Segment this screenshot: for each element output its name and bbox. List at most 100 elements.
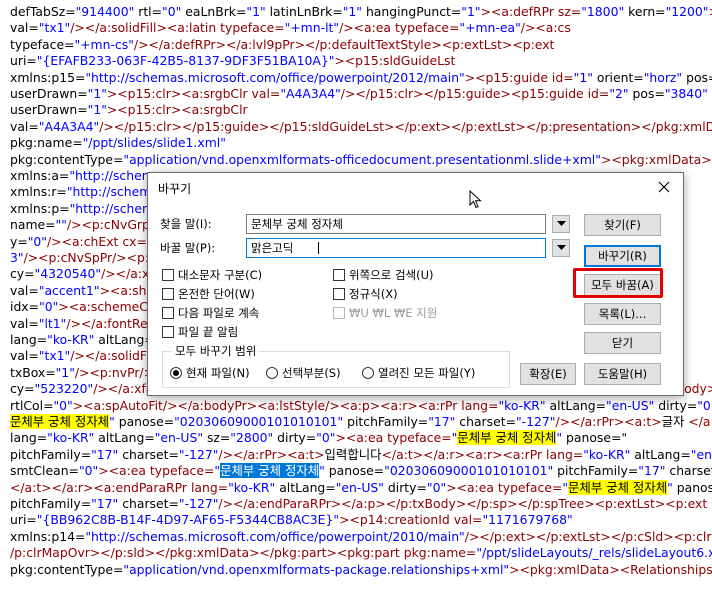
help-button[interactable]: 도움말(H): [584, 363, 661, 385]
code-token: /></p15:clr></p15:guide></p15:sldGuideLs…: [99, 118, 712, 134]
code-token: "17": [91, 496, 119, 511]
code-token: 문체부 궁체 정자체: [220, 463, 320, 479]
code-token: ><a:ea typeface=: [335, 430, 452, 446]
code-token: charset=: [455, 414, 516, 429]
code-token: "1200": [665, 4, 709, 19]
checkbox-box: [162, 326, 174, 338]
code-token: /></a:endParaRPr></a:p></p:txBody></p:sp…: [218, 496, 708, 511]
code-line: userDrawn="1"><p15:clr><a:srgbClr val="A…: [10, 85, 708, 102]
code-token: 글자: [661, 414, 689, 429]
code-token: "accent1": [38, 282, 100, 298]
code-token: "{BB962C8B-B14F-4D97-AF65-F5344CB8AC3E}": [36, 512, 340, 528]
list-button[interactable]: 목록(L)...: [584, 303, 661, 325]
code-token: altLang=: [545, 397, 607, 413]
find-button[interactable]: 찾기(F): [584, 214, 661, 236]
dialog-title: 바꾸기: [158, 182, 192, 196]
code-token: "914400": [75, 4, 135, 19]
code-token: "1": [246, 4, 266, 19]
code-token: /><a:cs: [520, 20, 571, 36]
checkbox-box: [162, 269, 174, 281]
code-token: lang=: [10, 332, 48, 347]
search-up-checkbox[interactable]: 위쪽으로 검색(U): [333, 268, 434, 284]
code-token: "+mn-lt": [284, 20, 340, 36]
scope-current-file-radio[interactable]: 현재 파일(N): [170, 366, 250, 382]
code-token: "1": [87, 102, 107, 118]
code-token: "en-US": [335, 479, 384, 495]
code-token: val=: [10, 348, 39, 364]
chevron-down-icon: [557, 221, 566, 226]
code-line: defTabSz="914400" rtl="0" eaLnBrk="1" la…: [10, 3, 712, 20]
code-token: "-127": [178, 446, 219, 462]
next-file-checkbox[interactable]: 다음 파일로 계속: [162, 306, 259, 322]
text-caret: [318, 242, 319, 254]
close-icon[interactable]: [653, 176, 675, 198]
regex-checkbox[interactable]: 정규식(X): [333, 287, 398, 303]
code-token: ><a:sol: [709, 4, 712, 19]
code-token: txBox=: [10, 364, 56, 380]
code-token: xmlns:p14=: [10, 528, 86, 544]
code-token: "ko-KR": [228, 479, 276, 495]
close-button[interactable]: 닫기: [584, 332, 661, 354]
code-line: xmlns:p15="http://schemas.microsoft.com/…: [10, 69, 712, 86]
scope-all-open-radio[interactable]: 열려진 모든 파일(Y): [362, 366, 475, 382]
code-token: /></a:rPr><a:t>: [218, 446, 325, 462]
code-token: "0": [53, 397, 73, 413]
code-token: pkg:contentType=: [10, 561, 124, 577]
code-token: "17": [638, 463, 666, 479]
code-token: "0": [78, 463, 99, 479]
whole-word-label: 온전한 단어(W): [178, 287, 255, 301]
code-line: uri="{BB962C8B-B14F-4D97-AF65-F5344CB8AC…: [10, 511, 573, 528]
find-input[interactable]: 문체부 궁체 정자체: [246, 214, 546, 234]
code-token: 문체부 궁체 정자체: [10, 414, 110, 429]
code-token: "1800": [581, 4, 625, 19]
code-line: txBox="1"/><p:nvPr/>: [10, 364, 154, 381]
code-token: pitchFamily=: [553, 463, 639, 479]
scope-selection-radio[interactable]: 선택부분(S): [266, 366, 341, 382]
code-line: xmlns:a="http://schema: [10, 167, 161, 184]
code-token: /></a:solidFill><a:latin typeface=: [70, 20, 285, 36]
replace-button[interactable]: 바꾸기(R): [584, 245, 661, 267]
code-token: "3840": [664, 86, 708, 101]
radio-dot: [170, 367, 182, 379]
code-line: xmlns:r="http://schema: [10, 183, 159, 200]
find-history-dropdown[interactable]: [552, 215, 570, 233]
whole-word-checkbox[interactable]: 온전한 단어(W): [162, 287, 255, 303]
next-file-label: 다음 파일로 계속: [178, 306, 260, 320]
code-token: charset=: [118, 446, 179, 462]
code-token: pos=: [628, 86, 665, 101]
code-token: /><p:nvPr/>: [74, 364, 154, 380]
code-token: ><pkg:xmlData><Relationships: [509, 561, 712, 577]
code-token: pkg:name=: [10, 135, 83, 151]
code-token: "en-US": [606, 397, 655, 413]
expand-button[interactable]: 확장(E): [520, 363, 576, 385]
code-line: pitchFamily="17" charset="-127"/></a:end…: [10, 495, 707, 512]
match-case-checkbox[interactable]: 대소문자 구분(C): [162, 268, 262, 284]
replace-history-dropdown[interactable]: [552, 239, 570, 257]
replace-input[interactable]: 맑은고딕: [246, 238, 546, 258]
code-token: ><a:schemeClr: [58, 299, 157, 315]
code-token: ><a:spAutoFit/></a:bodyPr><a:lstStyle/><…: [72, 397, 499, 413]
code-token: "tx1": [38, 20, 71, 36]
code-token: /></p15:clr></p15:guide><p15:guide id=: [340, 86, 610, 101]
end-notify-checkbox[interactable]: 파일 끝 알림: [162, 325, 238, 341]
code-token: charset=: [669, 463, 712, 479]
regex-label: 정규식(X): [349, 287, 398, 301]
code-line: xmlns:p14="http://schemas.microsoft.com/…: [10, 528, 712, 545]
code-token: cy=: [10, 381, 35, 397]
code-token: "0": [162, 4, 182, 19]
code-token: "0": [426, 479, 447, 495]
code-token: orient=: [592, 69, 644, 85]
code-token: lang=: [10, 430, 48, 446]
code-token: 입력합니다: [324, 446, 382, 462]
code-token: ><p15:clr><a:srgbClr val=: [106, 86, 281, 101]
code-token: sz=: [203, 430, 231, 446]
code-line: idx="0"><a:schemeClr: [10, 298, 157, 315]
replace-label: 바꿀 말(P):: [160, 241, 216, 255]
annotation-highlight-box: [573, 268, 663, 298]
code-token: /p:clrMapOvr></p:sld></pkg:xmlData></pkg…: [10, 545, 477, 561]
code-token: altLang=: [275, 479, 336, 495]
code-line: val="A4A3A4"/></p15:clr></p15:guide></p1…: [10, 118, 712, 135]
code-token: "ko-KR": [47, 430, 95, 446]
code-token: "": [55, 217, 67, 233]
code-token: "1171679768": [482, 512, 573, 528]
